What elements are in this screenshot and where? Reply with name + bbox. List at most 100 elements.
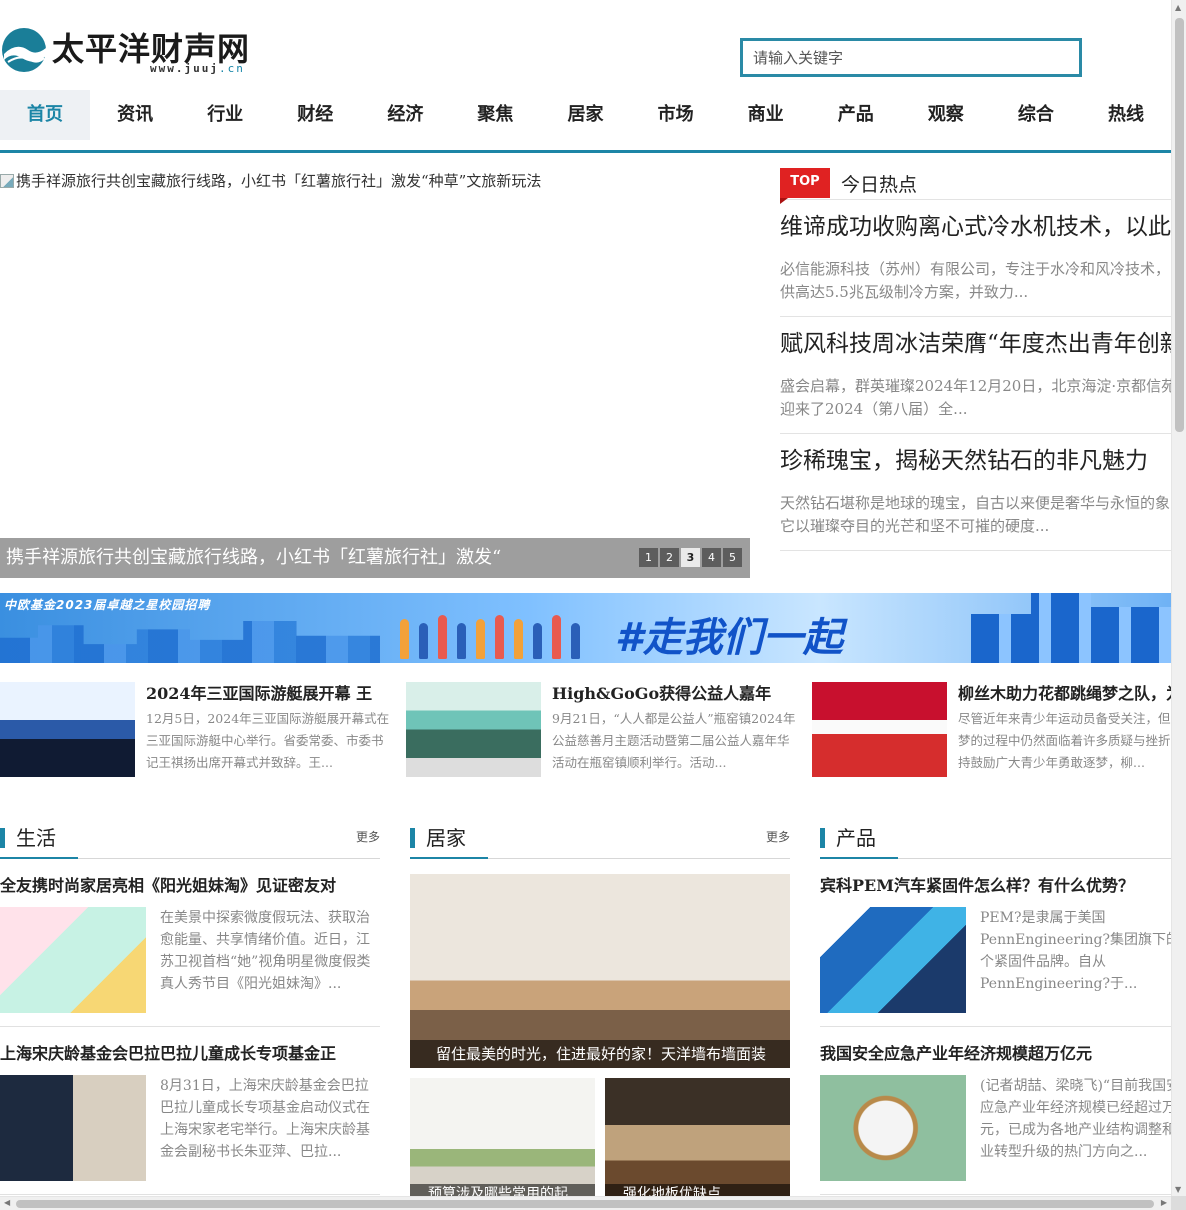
section-title: 居家 <box>426 826 466 850</box>
slider-caption-text: 携手祥源旅行共创宝藏旅行线路，小红书「红薯旅行社」激发“ <box>6 547 502 568</box>
top-badge: TOP <box>780 168 830 204</box>
section-life: 生活 更多 全友携时尚家居亮相《阳光姐妹淘》见证密友对 在美景中探索微度假玩法、… <box>0 822 380 1196</box>
recruitment-banner[interactable]: 中欧基金2023届卓越之星校园招聘 #走我们一起 <box>0 593 1171 663</box>
news-thumbnail[interactable] <box>406 682 541 777</box>
home-thumb-caption[interactable]: 预算涉及哪些常用的起 <box>410 1184 595 1196</box>
hot-item-title[interactable]: 赋风科技周冰洁荣膺“年度杰出青年创新 <box>780 327 1171 361</box>
today-hot-panel: TOP 今日热点 维谛成功收购离心式冷水机技术，以此扩 必信能源科技（苏州）有限… <box>780 166 1171 580</box>
section-header: 产品 <box>820 822 1171 859</box>
hot-item[interactable]: 珍稀瑰宝，揭秘天然钻石的非凡魅力 天然钻石堪称是地球的瑰宝，自古以来便是奢华与永… <box>780 434 1171 551</box>
horizontal-scroll-thumb[interactable] <box>16 1200 1154 1208</box>
slider-caption[interactable]: 携手祥源旅行共创宝藏旅行线路，小红书「红薯旅行社」激发“ 1 2 3 4 5 <box>0 538 750 578</box>
list-item-image[interactable] <box>820 1075 966 1181</box>
nav-item-hotline[interactable]: 热线 <box>1081 90 1171 140</box>
scroll-right-icon[interactable]: ▶ <box>1161 1198 1167 1207</box>
section-title: 生活 <box>16 826 56 850</box>
hot-item-summary-line2: 供高达5.5兆瓦级制冷方案，并致力... <box>780 283 1029 301</box>
list-item[interactable]: 宾科PEM汽车紧固件怎么样？有什么优势？ PEM?是隶属于美国PennEngin… <box>820 875 1171 1027</box>
section-marker <box>0 828 5 848</box>
search-input[interactable] <box>743 41 1079 74</box>
section-marker <box>820 828 825 848</box>
slider-page-3[interactable]: 3 <box>681 548 700 567</box>
hot-item-summary: 盛会启幕，群英璀璨2024年12月20日，北京海淀·京都信苑饭 迎来了2024（第… <box>780 375 1171 421</box>
main-nav: 首页 资讯 行业 财经 经济 聚焦 居家 市场 商业 产品 观察 综合 热线 <box>0 90 1171 153</box>
home-feature-caption[interactable]: 留住最美的时光，住进最好的家！天洋墙布墙面装 <box>410 1040 790 1068</box>
vertical-scroll-thumb[interactable] <box>1175 18 1184 432</box>
news-thumbnail[interactable] <box>0 682 135 777</box>
news-card[interactable]: High&GoGo获得公益人嘉年 9月21日，“人人都是公益人”瓶窑镇2024年… <box>406 682 806 778</box>
vertical-scrollbar[interactable]: ▲ ▼ <box>1171 0 1186 1196</box>
news-title[interactable]: 2024年三亚国际游艇展开幕 王 <box>146 682 400 706</box>
nav-item-home-living[interactable]: 居家 <box>540 90 630 140</box>
list-item-title[interactable]: 我国安全应急产业年经济规模超万亿元 <box>820 1043 1171 1065</box>
page: 太平洋财声网 www.juuj.cn 首页 资讯 行业 财经 经济 聚焦 居家 … <box>0 0 1171 1196</box>
list-item-title[interactable]: 宾科PEM汽车紧固件怎么样？有什么优势？ <box>820 875 1171 897</box>
hot-item-summary-line1: 盛会启幕，群英璀璨2024年12月20日，北京海淀·京都信苑饭 <box>780 377 1171 395</box>
slider-page-5[interactable]: 5 <box>723 548 742 567</box>
list-item-summary: PEM?是隶属于美国PennEngineering?集团旗下的一个紧固件品牌。自… <box>980 910 1171 992</box>
list-item-image[interactable] <box>0 907 146 1013</box>
scroll-down-icon[interactable]: ▼ <box>1175 1185 1181 1194</box>
news-title[interactable]: 柳丝木助力花都跳绳梦之队，为少 <box>958 682 1171 706</box>
nav-item-observe[interactable]: 观察 <box>901 90 991 140</box>
hot-title: 今日热点 <box>841 174 918 196</box>
news-thumbnail[interactable] <box>812 682 947 777</box>
hot-item[interactable]: 赋风科技周冰洁荣膺“年度杰出青年创新 盛会启幕，群英璀璨2024年12月20日，… <box>780 317 1171 434</box>
logo-url: www.juuj.cn <box>150 62 245 75</box>
nav-item-products[interactable]: 产品 <box>811 90 901 140</box>
section-underline <box>0 857 78 859</box>
news-summary: 尽管近年来青少年运动员备受关注，但在逐梦的过程中仍然面临着许多质疑与挫折。支持鼓… <box>958 711 1171 770</box>
nav-item-home[interactable]: 首页 <box>0 90 91 140</box>
list-item-image[interactable] <box>0 1075 146 1181</box>
more-link[interactable]: 更多 <box>356 828 380 845</box>
list-item-summary: (记者胡喆、梁晓飞)“目前我国安全应急产业年经济规模已经超过万亿元，已成为各地产… <box>980 1078 1171 1160</box>
site-logo[interactable]: 太平洋财声网 www.juuj.cn <box>0 22 260 82</box>
hot-header: TOP 今日热点 <box>780 166 1171 204</box>
list-item-summary: 在美景中探索微度假玩法、获取治愈能量、共享情绪价值。近日，江苏卫视首档“她”视角… <box>160 910 371 992</box>
home-thumb-caption[interactable]: 强化地板优缺点 <box>605 1184 790 1196</box>
nav-item-news[interactable]: 资讯 <box>90 90 180 140</box>
horizontal-scrollbar[interactable]: ◀ ▶ <box>0 1196 1171 1210</box>
nav-item-business[interactable]: 商业 <box>721 90 811 140</box>
list-item[interactable]: 我国安全应急产业年经济规模超万亿元 (记者胡喆、梁晓飞)“目前我国安全应急产业年… <box>820 1043 1171 1195</box>
list-item-image[interactable] <box>820 907 966 1013</box>
nav-item-industry[interactable]: 行业 <box>180 90 270 140</box>
banner-city-graphic <box>0 621 380 663</box>
more-link[interactable]: 更多 <box>766 828 790 845</box>
hot-item-summary-line1: 天然钻石堪称是地球的瑰宝，自古以来便是奢华与永恒的象 <box>780 494 1171 512</box>
broken-image-icon <box>0 174 14 188</box>
list-item[interactable]: 全友携时尚家居亮相《阳光姐妹淘》见证密友对 在美景中探索微度假玩法、获取治愈能量… <box>0 875 380 1027</box>
wave-logo-icon <box>2 28 46 72</box>
hot-item[interactable]: 维谛成功收购离心式冷水机技术，以此扩 必信能源科技（苏州）有限公司，专注于水冷和… <box>780 200 1171 317</box>
news-card[interactable]: 2024年三亚国际游艇展开幕 王 12月5日，2024年三亚国际游艇展开幕式在三… <box>0 682 400 778</box>
list-item[interactable]: 上海宋庆龄基金会巴拉巴拉儿童成长专项基金正 8月31日，上海宋庆龄基金会巴拉巴拉… <box>0 1043 380 1195</box>
scroll-up-icon[interactable]: ▲ <box>1175 3 1181 12</box>
scroll-left-icon[interactable]: ◀ <box>4 1198 10 1207</box>
slider-page-1[interactable]: 1 <box>639 548 658 567</box>
slider-page-4[interactable]: 4 <box>702 548 721 567</box>
list-item-title[interactable]: 上海宋庆龄基金会巴拉巴拉儿童成长专项基金正 <box>0 1043 380 1065</box>
section-marker <box>410 828 415 848</box>
list-item-summary: 8月31日，上海宋庆龄基金会巴拉巴拉儿童成长专项基金启动仪式在上海宋家老宅举行。… <box>160 1078 370 1160</box>
home-feature-image[interactable]: 留住最美的时光，住进最好的家！天洋墙布墙面装 <box>410 874 790 1068</box>
nav-item-finance[interactable]: 财经 <box>270 90 360 140</box>
nav-item-economy[interactable]: 经济 <box>360 90 450 140</box>
section-title: 产品 <box>836 826 876 850</box>
hot-item-title[interactable]: 维谛成功收购离心式冷水机技术，以此扩 <box>780 210 1171 244</box>
news-title[interactable]: High&GoGo获得公益人嘉年 <box>552 682 806 706</box>
home-thumb[interactable]: 预算涉及哪些常用的起 <box>410 1078 595 1196</box>
list-item-title[interactable]: 全友携时尚家居亮相《阳光姐妹淘》见证密友对 <box>0 875 380 897</box>
banner-people-graphic <box>400 609 580 659</box>
headline-slider[interactable]: 携手祥源旅行共创宝藏旅行线路，小红书「红薯旅行社」激发“种草”文旅新玩法 携手祥… <box>0 168 750 578</box>
section-underline <box>820 857 898 859</box>
nav-item-general[interactable]: 综合 <box>991 90 1081 140</box>
slider-image-alt[interactable]: 携手祥源旅行共创宝藏旅行线路，小红书「红薯旅行社」激发“种草”文旅新玩法 <box>0 170 541 191</box>
hot-item-title[interactable]: 珍稀瑰宝，揭秘天然钻石的非凡魅力 <box>780 444 1171 478</box>
nav-item-focus[interactable]: 聚焦 <box>450 90 540 140</box>
nav-item-market[interactable]: 市场 <box>631 90 721 140</box>
news-card[interactable]: 柳丝木助力花都跳绳梦之队，为少 尽管近年来青少年运动员备受关注，但在逐梦的过程中… <box>812 682 1171 778</box>
hot-item-summary: 必信能源科技（苏州）有限公司，专注于水冷和风冷技术， 供高达5.5兆瓦级制冷方案，… <box>780 258 1171 304</box>
home-thumb[interactable]: 强化地板优缺点 <box>605 1078 790 1196</box>
slider-page-2[interactable]: 2 <box>660 548 679 567</box>
hot-item-summary-line2: 迎来了2024（第八届）全... <box>780 400 968 418</box>
